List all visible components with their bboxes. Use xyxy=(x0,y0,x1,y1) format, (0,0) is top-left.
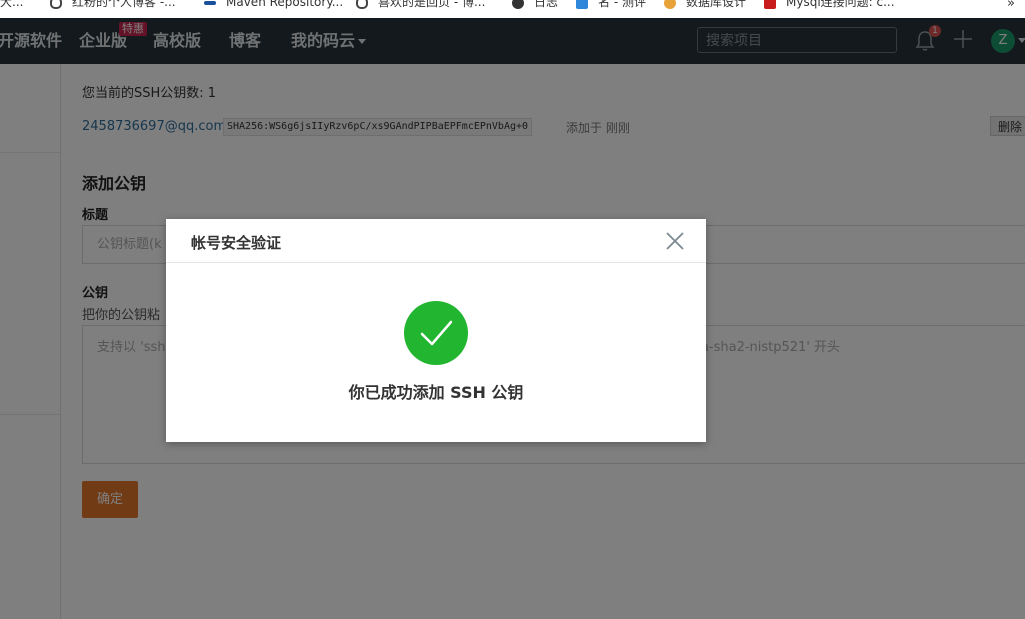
modal-title: 帐号安全验证 xyxy=(191,234,282,252)
csdn-icon xyxy=(764,0,776,9)
success-check-icon xyxy=(404,301,468,365)
bookmark-item[interactable]: 喜欢的是回页 - 博... xyxy=(356,0,485,10)
bookmark-item[interactable]: 红粉的个人博客 -... xyxy=(50,0,176,10)
search-icon xyxy=(356,0,368,9)
close-icon[interactable] xyxy=(664,230,686,252)
bookmark-item[interactable]: 日志 xyxy=(512,0,558,10)
bookmark-label: 日志 xyxy=(534,0,559,9)
success-message: 你已成功添加 SSH 公钥 xyxy=(348,383,524,402)
maven-icon xyxy=(204,0,216,5)
bookmark-item[interactable]: 名 - 测评 xyxy=(576,0,646,10)
bookmark-item[interactable]: 大... xyxy=(0,0,23,10)
bookmark-label: Mysql连接问题: c... xyxy=(786,0,895,9)
security-verification-modal: 帐号安全验证 你已成功添加 SSH 公钥 xyxy=(166,219,706,442)
bookmark-item[interactable]: Maven Repository... xyxy=(204,0,343,10)
site-icon xyxy=(576,0,588,9)
bookmark-label: 数据库设计 xyxy=(686,0,747,9)
bookmark-label: 红粉的个人博客 -... xyxy=(72,0,176,9)
site-icon xyxy=(664,0,676,9)
bookmark-label: Maven Repository... xyxy=(226,0,344,9)
bookmarks-more-button[interactable]: » xyxy=(1007,0,1015,11)
bookmark-label: 喜欢的是回页 - 博... xyxy=(378,0,486,9)
bookmark-label: 大... xyxy=(0,0,24,9)
globe-icon xyxy=(512,0,524,9)
search-icon xyxy=(50,0,62,9)
bookmarks-bar: 大... 红粉的个人博客 -... Maven Repository... 喜欢… xyxy=(0,0,1025,19)
bookmark-item[interactable]: 数据库设计 xyxy=(664,0,746,10)
bookmark-item[interactable]: Mysql连接问题: c... xyxy=(764,0,895,10)
modal-header: 帐号安全验证 xyxy=(166,219,706,263)
bookmark-label: 名 - 测评 xyxy=(598,0,646,9)
